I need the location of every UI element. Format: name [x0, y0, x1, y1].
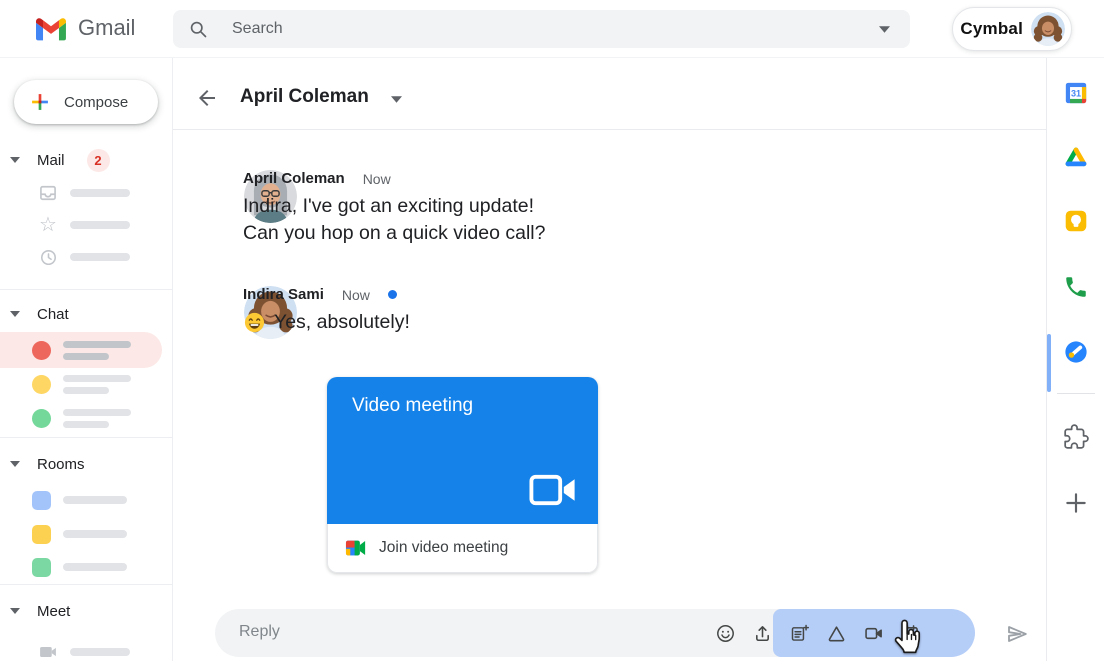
sidebar-section-meet[interactable]: Meet	[0, 601, 173, 621]
chat-item-selected[interactable]	[0, 332, 162, 368]
scrollbar-thumb[interactable]	[1047, 334, 1051, 392]
room-item[interactable]	[0, 518, 173, 550]
right-side-panel: 31	[1046, 58, 1104, 661]
collapse-caret-icon[interactable]	[10, 311, 20, 317]
message-sender: Indira Sami	[243, 286, 324, 303]
google-calendar-icon[interactable]: 31	[1063, 80, 1089, 106]
join-video-meeting-label: Join video meeting	[379, 539, 508, 557]
message-line: Can you hop on a quick video call?	[243, 220, 545, 247]
room-item[interactable]	[0, 551, 173, 583]
add-ons-puzzle-icon[interactable]	[1063, 424, 1089, 450]
top-header: Gmail Search Cymbal	[0, 0, 1104, 58]
svg-text:31: 31	[1071, 88, 1081, 98]
videocam-icon	[38, 642, 58, 661]
new-message-dot	[388, 290, 397, 299]
conversation-menu-caret-icon[interactable]	[391, 96, 402, 103]
videocam-white-icon	[528, 472, 578, 508]
star-icon: ☆	[38, 215, 58, 235]
video-card-title: Video meeting	[352, 395, 473, 417]
send-icon[interactable]	[1005, 622, 1029, 646]
unread-badge: 2	[87, 149, 110, 172]
sidebar-divider	[0, 584, 173, 585]
message-timestamp: Now	[342, 287, 370, 303]
collapse-caret-icon[interactable]	[10, 461, 20, 467]
chat-message: April Coleman Now Indira, I've got an ex…	[243, 170, 545, 247]
section-label: Chat	[37, 306, 69, 323]
reply-placeholder: Reply	[239, 623, 280, 641]
mail-item-inbox[interactable]	[0, 177, 173, 209]
drive-icon[interactable]	[826, 623, 847, 644]
phone-call-icon[interactable]	[1063, 274, 1089, 300]
app-title: Gmail	[78, 15, 135, 41]
sidebar-section-mail[interactable]: Mail 2	[0, 150, 173, 170]
collapse-caret-icon[interactable]	[10, 157, 20, 163]
search-input[interactable]: Search	[173, 10, 910, 48]
gmail-logo-icon[interactable]	[36, 17, 66, 41]
back-arrow-icon[interactable]	[195, 86, 219, 110]
google-tasks-icon[interactable]	[1063, 339, 1089, 365]
chat-item[interactable]	[0, 400, 173, 436]
upload-icon[interactable]	[752, 623, 773, 644]
meet-item[interactable]	[0, 636, 173, 661]
chat-avatar-green	[32, 409, 51, 428]
reply-input[interactable]: Reply	[215, 609, 975, 657]
mail-item-starred[interactable]: ☆	[0, 209, 173, 241]
collapse-caret-icon[interactable]	[10, 608, 20, 614]
join-video-meeting-button[interactable]: Join video meeting	[327, 524, 598, 573]
account-brand-pill[interactable]: Cymbal	[952, 7, 1072, 51]
search-placeholder: Search	[232, 20, 879, 38]
gmail-chat-app: Gmail Search Cymbal	[0, 0, 1104, 661]
google-drive-icon[interactable]	[1063, 145, 1089, 171]
room-avatar-blue	[32, 491, 51, 510]
hand-cursor	[890, 618, 924, 656]
chat-avatar-red	[32, 341, 51, 360]
section-label: Rooms	[37, 456, 85, 473]
emoji-icon[interactable]	[715, 623, 736, 644]
search-icon	[188, 19, 208, 39]
mail-item-snoozed[interactable]	[0, 241, 173, 273]
video-meeting-banner[interactable]: Video meeting	[327, 377, 598, 524]
room-item[interactable]	[0, 484, 173, 516]
videocam-icon[interactable]	[863, 623, 884, 644]
message-text: Yes, absolutely!	[274, 309, 410, 336]
sidebar-divider	[0, 289, 173, 290]
google-keep-icon[interactable]	[1063, 208, 1089, 234]
room-avatar-yellow	[32, 525, 51, 544]
sidebar-section-chat[interactable]: Chat	[0, 304, 173, 324]
message-line: Indira, I've got an exciting update!	[243, 193, 545, 220]
inbox-icon	[38, 183, 58, 203]
section-label: Mail	[37, 152, 65, 169]
add-panel-plus-icon[interactable]	[1063, 490, 1089, 516]
user-avatar[interactable]	[1031, 12, 1065, 46]
section-label: Meet	[37, 603, 70, 620]
note-add-icon[interactable]	[789, 623, 810, 644]
message-timestamp: Now	[363, 171, 391, 187]
clock-icon	[38, 247, 58, 267]
google-meet-icon	[345, 539, 366, 557]
brand-name: Cymbal	[960, 19, 1023, 39]
chat-message: Indira Sami Now Yes, absolutely!	[243, 286, 410, 336]
compose-plus-icon	[30, 92, 50, 112]
left-sidebar: Compose Mail 2 ☆	[0, 58, 173, 661]
grinning-face-emoji	[243, 311, 266, 334]
conversation-title: April Coleman	[240, 86, 369, 108]
search-options-caret-icon[interactable]	[879, 26, 890, 33]
room-avatar-green	[32, 558, 51, 577]
chat-item[interactable]	[0, 366, 173, 402]
compose-button[interactable]: Compose	[14, 80, 158, 124]
compose-label: Compose	[64, 94, 128, 111]
conversation-pane: April Coleman	[173, 58, 1046, 661]
message-sender: April Coleman	[243, 170, 345, 187]
sidebar-divider	[0, 437, 173, 438]
chat-avatar-yellow	[32, 375, 51, 394]
sidebar-section-rooms[interactable]: Rooms	[0, 454, 173, 474]
rail-divider	[1057, 393, 1095, 394]
video-meeting-card[interactable]: Video meeting Join video	[327, 377, 598, 573]
conversation-header: April Coleman	[173, 58, 1046, 130]
